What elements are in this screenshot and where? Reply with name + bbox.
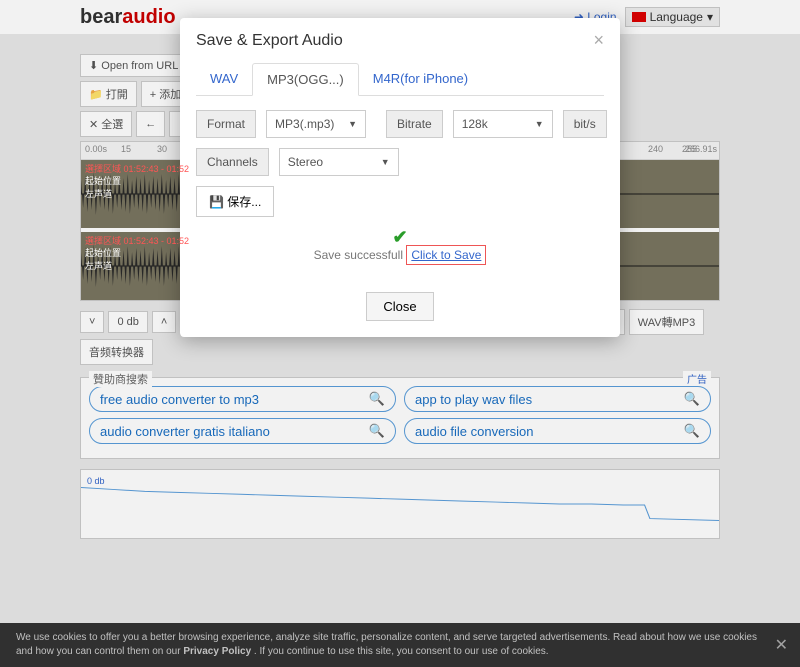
tab-mp3[interactable]: MP3(OGG...) — [252, 63, 359, 96]
format-label: Format — [196, 110, 256, 138]
tab-m4r[interactable]: M4R(for iPhone) — [359, 63, 482, 95]
chevron-down-icon: ▼ — [348, 119, 357, 129]
channels-select[interactable]: Stereo▼ — [279, 148, 399, 176]
save-button[interactable]: 💾 保存... — [196, 186, 274, 217]
bitrate-select[interactable]: 128k▼ — [453, 110, 553, 138]
save-status: ✔ Save successfull Click to Save — [196, 227, 604, 262]
chevron-down-icon: ▼ — [535, 119, 544, 129]
check-icon: ✔ — [196, 227, 604, 248]
bitrate-label: Bitrate — [386, 110, 443, 138]
channels-label: Channels — [196, 148, 269, 176]
chevron-down-icon: ▼ — [381, 157, 390, 167]
bitrate-unit: bit/s — [563, 110, 607, 138]
modal-title: Save & Export Audio — [196, 32, 343, 50]
format-select[interactable]: MP3(.mp3)▼ — [266, 110, 366, 138]
export-modal: Save & Export Audio × WAV MP3(OGG...) M4… — [180, 18, 620, 337]
tab-wav[interactable]: WAV — [196, 63, 252, 95]
click-to-save-link[interactable]: Click to Save — [406, 245, 486, 265]
close-button[interactable]: Close — [366, 292, 433, 321]
close-icon[interactable]: × — [593, 30, 604, 51]
